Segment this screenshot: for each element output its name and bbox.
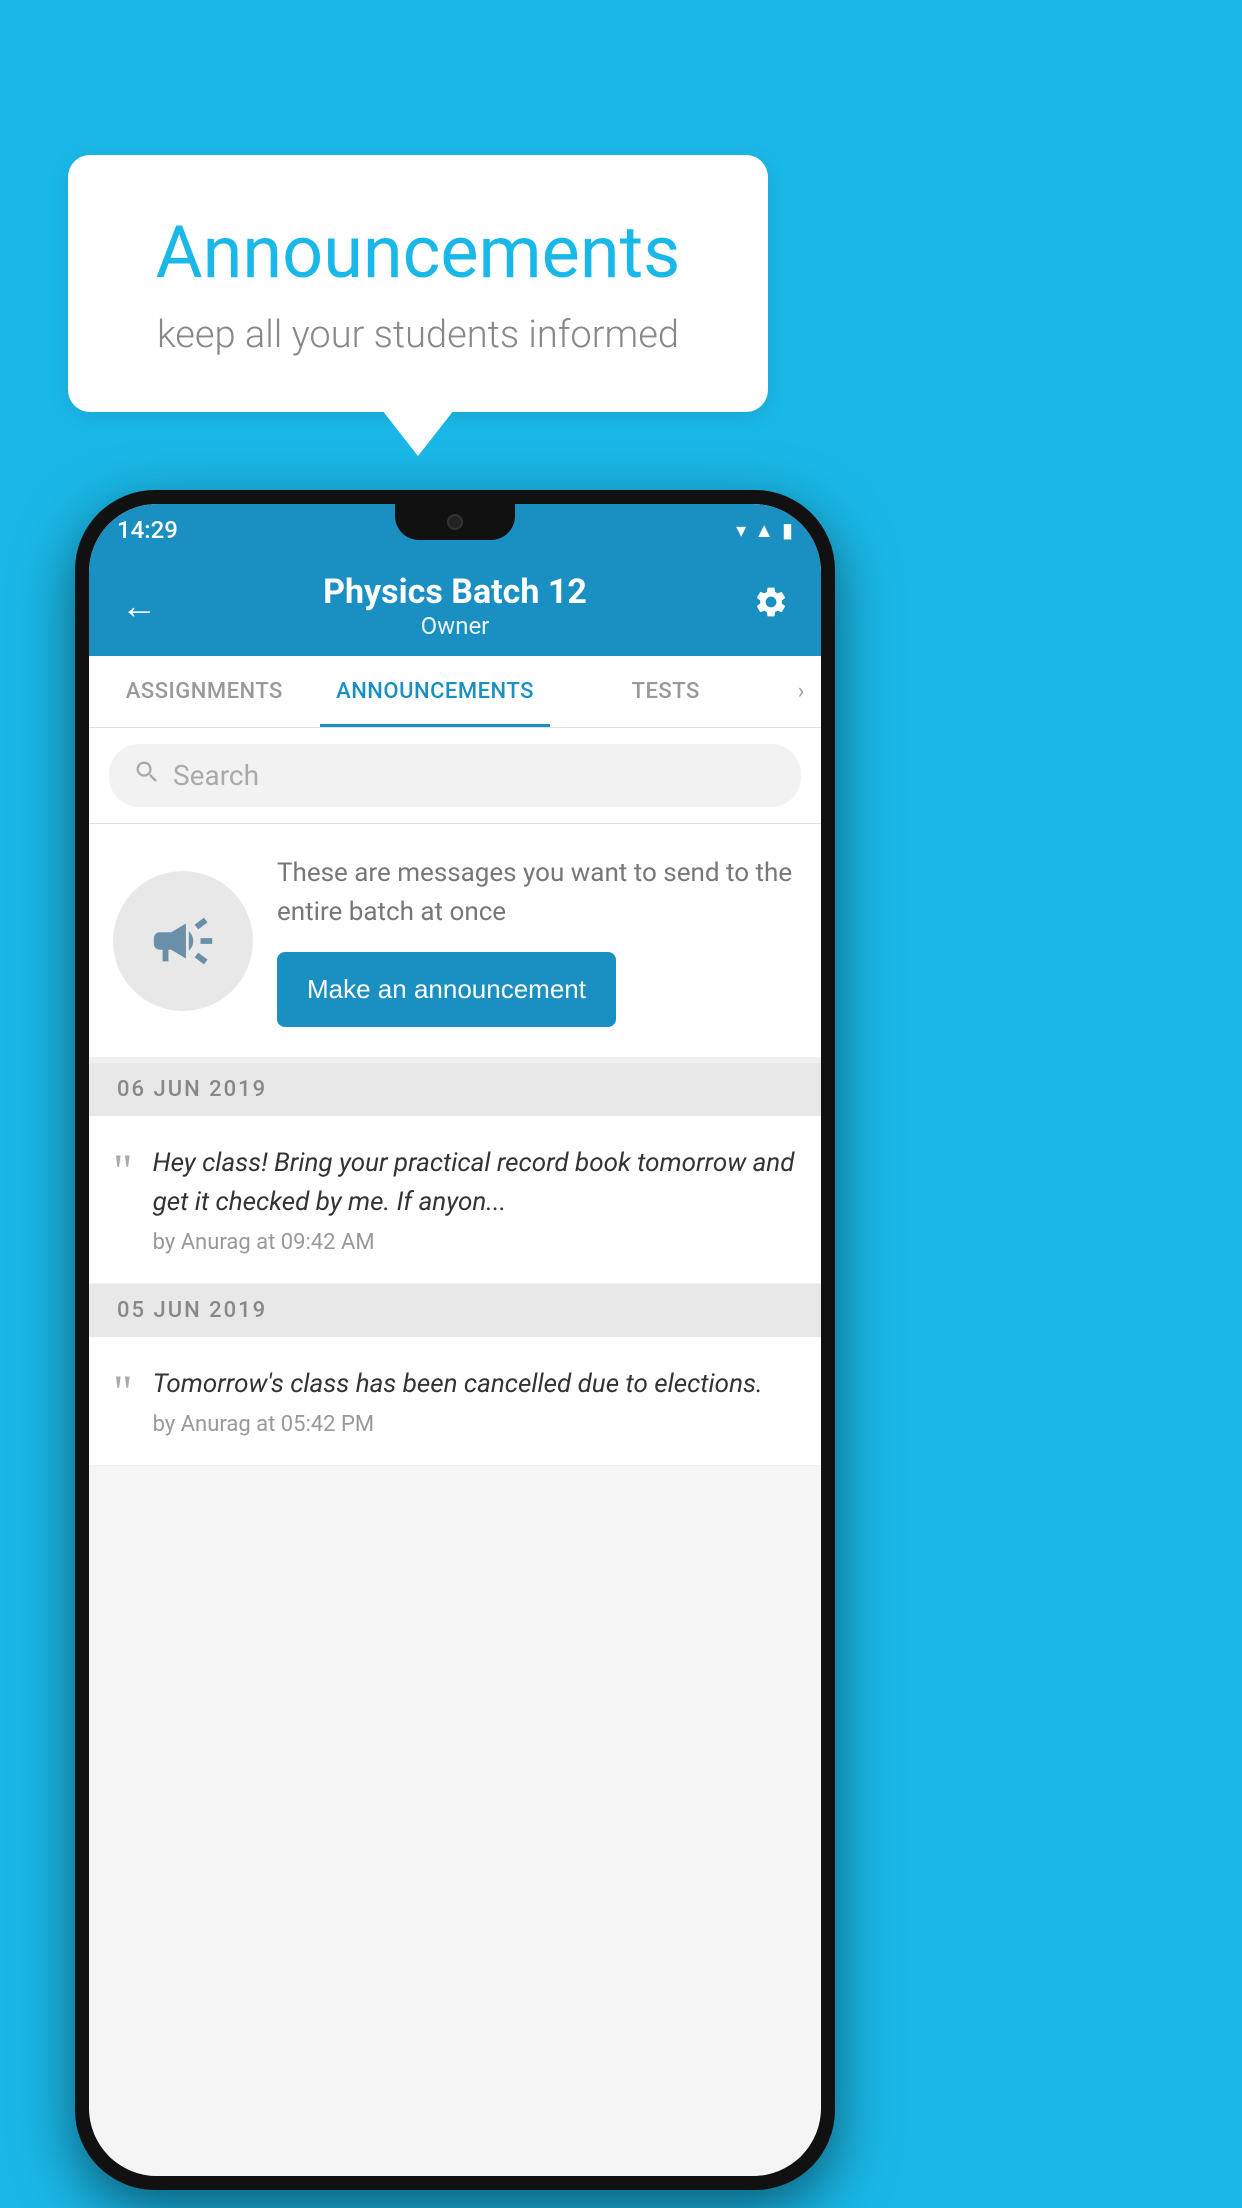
search-input-wrap[interactable]: Search [109, 744, 801, 807]
app-bar-center: Physics Batch 12 Owner [165, 572, 745, 640]
battery-icon: ▮ [782, 518, 793, 542]
promo-right: These are messages you want to send to t… [277, 854, 797, 1027]
make-announcement-button[interactable]: Make an announcement [277, 952, 616, 1027]
announcement-text-2: Tomorrow's class has been cancelled due … [153, 1365, 797, 1404]
tab-tests[interactable]: TESTS [550, 656, 781, 727]
announcement-text-1: Hey class! Bring your practical record b… [153, 1144, 797, 1222]
search-icon [133, 758, 161, 793]
announcement-item-2: " Tomorrow's class has been cancelled du… [89, 1337, 821, 1466]
status-icons: ▾ ▲ ▮ [736, 518, 793, 543]
tabs-bar: ASSIGNMENTS ANNOUNCEMENTS TESTS › [89, 656, 821, 728]
app-bar-subtitle: Owner [165, 612, 745, 640]
tab-assignments[interactable]: ASSIGNMENTS [89, 656, 320, 727]
phone-notch [395, 504, 515, 540]
announcement-content-2: Tomorrow's class has been cancelled due … [153, 1365, 797, 1437]
date-divider-jun5: 05 JUN 2019 [89, 1284, 821, 1337]
front-camera [447, 514, 463, 530]
search-placeholder-text: Search [173, 759, 259, 792]
app-bar-title: Physics Batch 12 [165, 572, 745, 612]
phone-frame: 14:29 ▾ ▲ ▮ ← Physics Batch 12 Owner [75, 490, 835, 2190]
content-area: Search These are messages you want to se… [89, 728, 821, 2176]
back-button[interactable]: ← [113, 577, 165, 635]
status-time: 14:29 [117, 516, 178, 544]
settings-button[interactable] [745, 576, 797, 636]
promo-text: These are messages you want to send to t… [277, 854, 797, 932]
quote-icon-2: " [113, 1369, 133, 1417]
search-bar: Search [89, 728, 821, 824]
promo-icon-circle [113, 871, 253, 1011]
announcement-meta-2: by Anurag at 05:42 PM [153, 1412, 797, 1437]
phone-screen: 14:29 ▾ ▲ ▮ ← Physics Batch 12 Owner [89, 504, 821, 2176]
announcement-item-1: " Hey class! Bring your practical record… [89, 1116, 821, 1284]
quote-icon-1: " [113, 1148, 133, 1196]
wifi-icon: ▾ [736, 518, 746, 542]
tab-announcements[interactable]: ANNOUNCEMENTS [320, 656, 551, 727]
announcement-content-1: Hey class! Bring your practical record b… [153, 1144, 797, 1255]
announcement-promo: These are messages you want to send to t… [89, 824, 821, 1063]
speech-bubble: Announcements keep all your students inf… [68, 155, 768, 412]
tab-more-icon[interactable]: › [781, 656, 821, 727]
date-divider-jun6: 06 JUN 2019 [89, 1063, 821, 1116]
announcement-meta-1: by Anurag at 09:42 AM [153, 1230, 797, 1255]
app-bar: ← Physics Batch 12 Owner [89, 556, 821, 656]
speech-bubble-container: Announcements keep all your students inf… [68, 155, 768, 412]
bubble-title: Announcements [128, 210, 708, 295]
bubble-subtitle: keep all your students informed [128, 313, 708, 357]
signal-icon: ▲ [754, 518, 774, 543]
